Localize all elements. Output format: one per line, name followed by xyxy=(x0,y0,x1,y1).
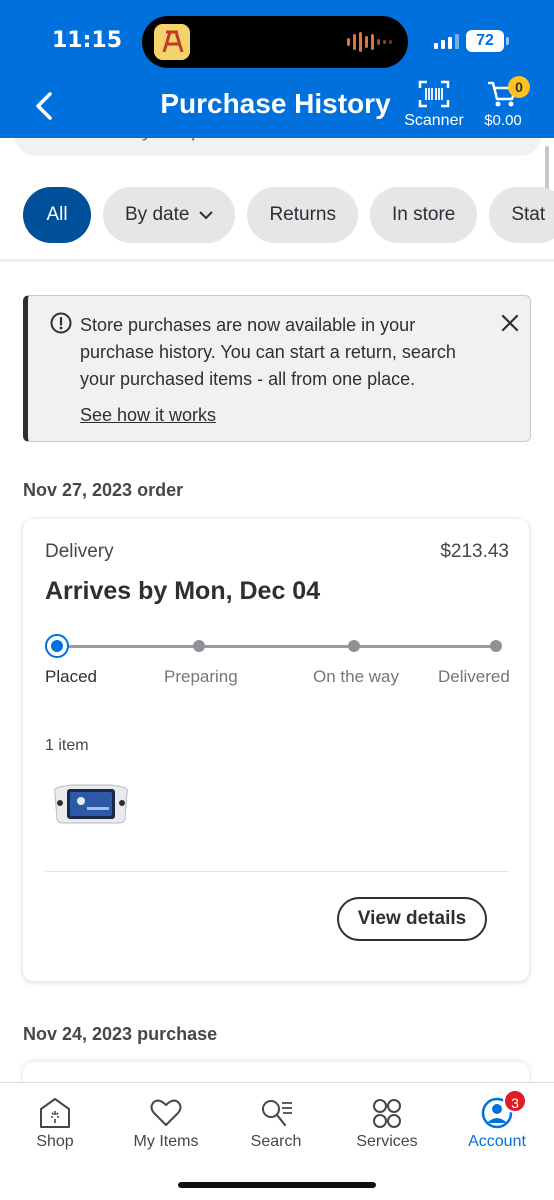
order-date-heading: Nov 27, 2023 order xyxy=(23,480,184,500)
audio-wave-icon xyxy=(347,32,392,52)
barcode-scanner-icon xyxy=(418,80,450,108)
scanner-label: Scanner xyxy=(404,112,464,129)
order-card[interactable]: Delivery $213.43 Arrives by Mon, Dec 04 … xyxy=(23,519,529,981)
divider xyxy=(0,259,554,262)
step-dot-preparing xyxy=(193,640,205,652)
tab-label: Search xyxy=(250,1133,302,1150)
order-progress-tracker: Placed Preparing On the way Delivered xyxy=(45,633,510,713)
app-icon[interactable] xyxy=(154,24,190,60)
cart-total: $0.00 xyxy=(484,112,522,129)
tab-my-items[interactable]: My Items xyxy=(116,1097,216,1151)
filter-chip-label: In store xyxy=(391,204,456,225)
step-label-preparing: Preparing xyxy=(164,667,238,686)
close-icon[interactable] xyxy=(501,314,519,332)
scanner-button[interactable]: Scanner xyxy=(402,80,466,130)
filter-chip-label: By date xyxy=(125,204,190,225)
page-title: Purchase History xyxy=(0,88,554,120)
heart-icon xyxy=(150,1099,182,1126)
progress-line xyxy=(57,645,497,648)
tab-label: My Items xyxy=(133,1133,199,1150)
divider xyxy=(45,871,509,872)
chevron-down-icon xyxy=(199,211,214,220)
tab-label: Account xyxy=(468,1133,526,1150)
filter-chip-label: All xyxy=(46,204,68,225)
battery-indicator: 72 xyxy=(466,30,504,52)
battery-nub xyxy=(506,37,509,45)
filter-chip-returns[interactable]: Returns xyxy=(247,187,358,243)
filter-chip-by-date[interactable]: By date xyxy=(103,187,236,243)
step-dot-delivered xyxy=(490,640,502,652)
banner-message: Store purchases are now available in you… xyxy=(80,315,456,389)
tab-services[interactable]: Services xyxy=(337,1097,437,1151)
fulfillment-type: Delivery xyxy=(45,541,114,562)
step-dot-on-the-way xyxy=(348,640,360,652)
search-list-icon xyxy=(262,1100,292,1127)
status-time: 11:15 xyxy=(52,28,123,53)
signal-icon xyxy=(434,34,459,49)
tab-search[interactable]: Search xyxy=(226,1097,326,1151)
tab-shop[interactable]: Shop xyxy=(5,1097,105,1151)
cart-button[interactable]: 0 $0.00 xyxy=(478,76,530,129)
shop-icon xyxy=(40,1098,70,1128)
notification-badge: 3 xyxy=(503,1089,527,1113)
filter-chip-status[interactable]: Stat xyxy=(489,187,554,243)
dynamic-island xyxy=(142,16,408,68)
step-dot-placed xyxy=(45,634,69,658)
item-count: 1 item xyxy=(45,737,89,754)
info-banner: Store purchases are now available in you… xyxy=(23,295,531,442)
cart-count-badge: 0 xyxy=(508,76,530,98)
app-header: 11:15 72 Purchase History Scanner 0 $0.0… xyxy=(0,0,554,138)
order-total: $213.43 xyxy=(440,541,509,562)
step-label-on-the-way: On the way xyxy=(313,667,399,686)
arrival-date: Arrives by Mon, Dec 04 xyxy=(45,577,321,605)
filter-chip-label: Stat xyxy=(511,204,546,225)
home-indicator xyxy=(178,1182,376,1188)
filter-chips: All By date Returns In store Stat xyxy=(23,187,554,243)
info-icon xyxy=(50,312,72,334)
order-date-heading: Nov 24, 2023 purchase xyxy=(23,1024,218,1044)
product-thumbnail[interactable] xyxy=(51,781,131,827)
step-label-placed: Placed xyxy=(45,667,97,686)
view-details-button[interactable]: View details xyxy=(337,897,487,941)
see-how-it-works-link[interactable]: See how it works xyxy=(80,405,216,426)
filter-chip-in-store[interactable]: In store xyxy=(369,187,478,243)
tab-label: Shop xyxy=(36,1133,74,1150)
services-icon xyxy=(373,1099,401,1128)
step-label-delivered: Delivered xyxy=(438,667,510,686)
page-title-text: Purchase History xyxy=(160,88,391,119)
filter-chip-label: Returns xyxy=(269,204,336,225)
tab-label: Services xyxy=(356,1133,418,1150)
tab-account[interactable]: 3 Account xyxy=(447,1089,547,1151)
filter-chip-all[interactable]: All xyxy=(23,187,91,243)
